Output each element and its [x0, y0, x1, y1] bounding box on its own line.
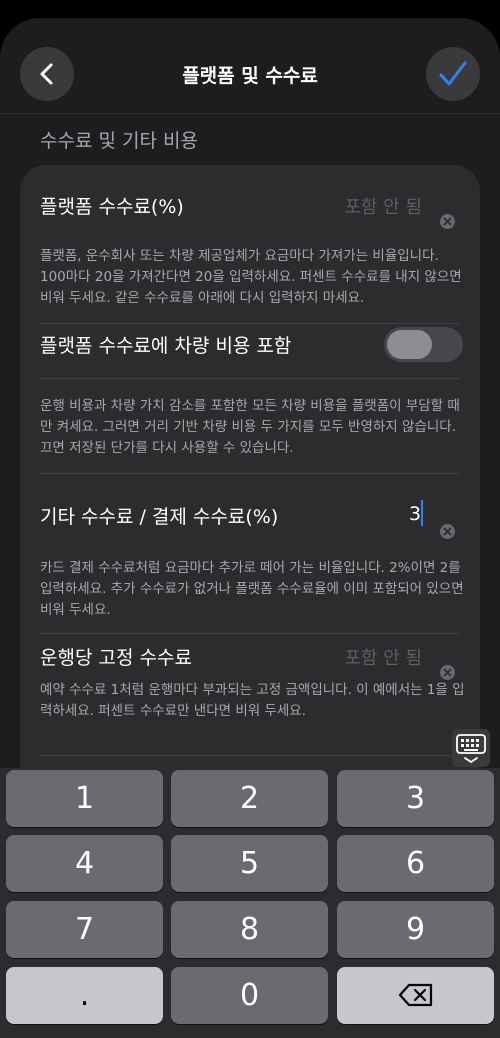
key-2[interactable]: 2: [171, 770, 328, 827]
row-divider: [40, 323, 460, 324]
key-5[interactable]: 5: [171, 835, 328, 892]
fixed-fee-input[interactable]: 포함 안 됨: [300, 644, 422, 670]
other-fee-input[interactable]: 3: [409, 503, 421, 525]
platform-fee-input[interactable]: 포함 안 됨: [300, 193, 422, 219]
numeric-keyboard: 1 2 3 4 5 6 7 8 9 . 0: [0, 768, 500, 1038]
row-divider: [40, 755, 460, 756]
include-vehicle-cost-toggle[interactable]: [384, 327, 463, 362]
navigation-bar: 플랫폼 및 수수료: [0, 18, 500, 113]
key-6[interactable]: 6: [337, 835, 494, 892]
backspace-icon: [398, 983, 432, 1007]
include-vehicle-cost-description: 운행 비용과 차량 가치 감소를 포함한 모든 차량 비용을 플랫폼이 부담할 …: [40, 398, 460, 456]
checkmark-icon: [439, 61, 467, 86]
other-fee-label: 기타 수수료 / 결제 수수료(%): [40, 506, 279, 528]
delete-key[interactable]: [337, 967, 494, 1024]
platform-fee-label: 플랫폼 수수료(%): [40, 196, 184, 218]
section-title: 수수료 및 기타 비용: [40, 130, 198, 152]
keyboard-dismiss-icon: [456, 734, 486, 764]
row-divider: [40, 633, 460, 634]
platform-fee-description: 플랫폼, 운수회사 또는 차량 제공업체가 요금마다 가져가는 비율입니다. 1…: [40, 248, 462, 306]
fixed-fee-label: 운행당 고정 수수료: [40, 647, 192, 669]
text-caret: [421, 500, 423, 526]
fixed-fee-description: 예약 수수료 1처럼 운행마다 부과되는 고정 금액입니다. 이 예에서는 1을…: [40, 682, 465, 719]
key-1[interactable]: 1: [6, 770, 163, 827]
clear-icon[interactable]: [440, 214, 455, 229]
done-button[interactable]: [426, 47, 480, 101]
key-3[interactable]: 3: [337, 770, 494, 827]
include-vehicle-cost-label: 플랫폼 수수료에 차량 비용 포함: [40, 335, 292, 357]
key-7[interactable]: 7: [6, 901, 163, 958]
row-divider: [40, 473, 460, 474]
key-decimal[interactable]: .: [6, 967, 163, 1024]
header-divider: [0, 113, 500, 114]
key-4[interactable]: 4: [6, 835, 163, 892]
other-fee-description: 카드 결제 수수료처럼 요금마다 추가로 떼어 가는 비율입니다. 2%이면 2…: [40, 560, 464, 618]
row-divider: [40, 378, 460, 379]
toggle-knob: [387, 330, 432, 359]
clear-icon[interactable]: [440, 665, 455, 680]
page-title: 플랫폼 및 수수료: [182, 65, 318, 87]
clear-icon[interactable]: [440, 524, 455, 539]
key-0[interactable]: 0: [171, 967, 328, 1024]
key-9[interactable]: 9: [337, 901, 494, 958]
keyboard-dismiss-button[interactable]: [452, 729, 490, 767]
key-8[interactable]: 8: [171, 901, 328, 958]
